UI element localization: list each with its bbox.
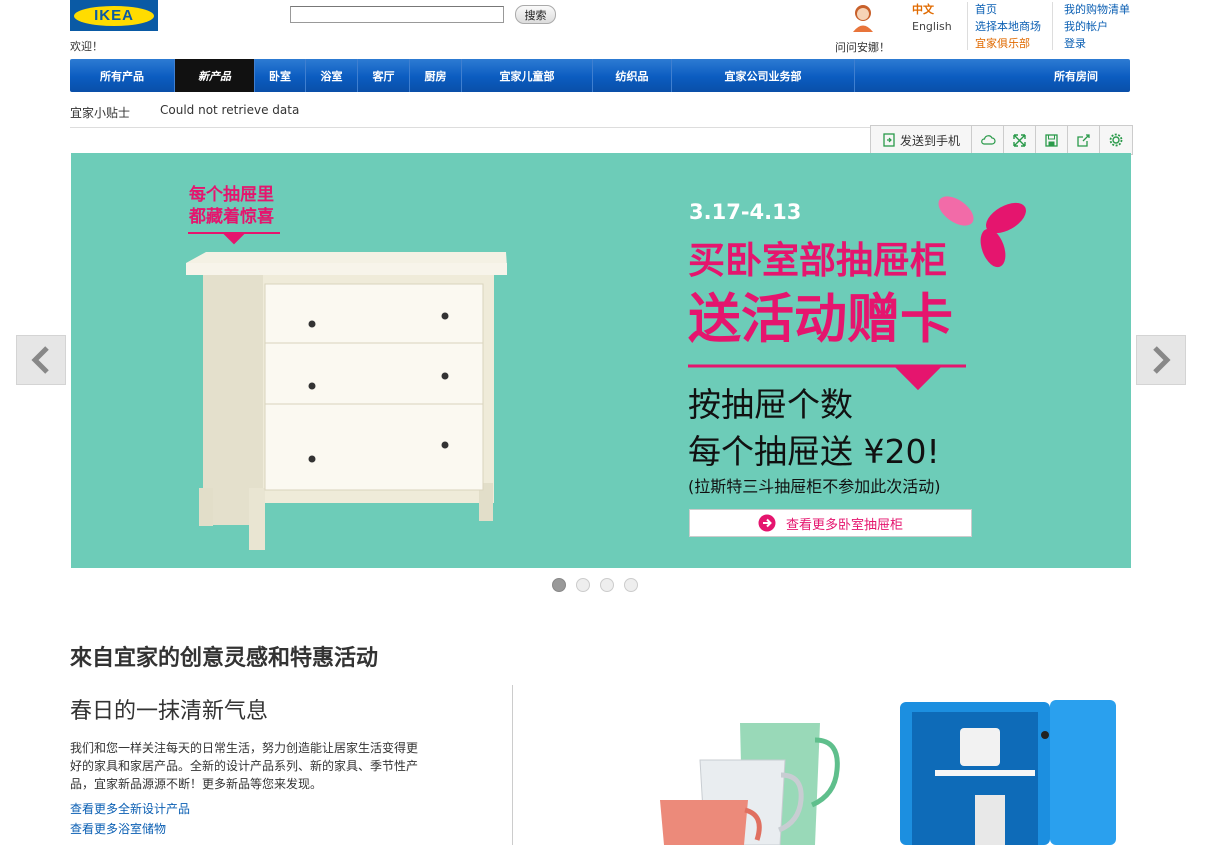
anna-avatar-icon[interactable] [850, 2, 876, 32]
carousel-dot-3[interactable] [600, 578, 614, 592]
phone-icon [883, 133, 895, 147]
header-divider [1052, 2, 1053, 50]
share-icon [1077, 133, 1090, 147]
header-links-2: 我的购物清单 我的帐户 登录 [1064, 1, 1130, 52]
cloud-icon [980, 135, 996, 145]
save-icon [1045, 133, 1058, 147]
nav-new-products[interactable]: 新产品 [175, 59, 255, 92]
arrow-circle-icon [758, 514, 776, 532]
language-switch: 中文 English [912, 1, 952, 35]
main-nav: 所有产品 新产品 卧室 浴室 客厅 厨房 宜家儿童部 纺织品 宜家公司业务部 所… [70, 59, 1130, 92]
promo-title: 春日的一抹清新气息 [70, 699, 269, 724]
cta-button[interactable]: 查看更多卧室抽屉柜 [689, 509, 972, 537]
header-divider [967, 2, 968, 50]
tips-rule [70, 127, 870, 128]
share-button[interactable] [1068, 126, 1100, 154]
nav-all-products[interactable]: 所有产品 [70, 59, 175, 92]
more-new-designs-link[interactable]: 查看更多全新设计产品 [70, 800, 190, 817]
banner-tag-line1: 每个抽屉里 [189, 184, 274, 205]
dresser-image [186, 252, 507, 550]
chevron-left-icon [31, 346, 49, 374]
cta-label: 查看更多卧室抽屉柜 [785, 517, 903, 533]
expand-button[interactable] [1004, 126, 1036, 154]
nav-living-room[interactable]: 客厅 [358, 59, 410, 92]
nav-children[interactable]: 宜家儿童部 [462, 59, 593, 92]
search-input[interactable] [290, 6, 504, 23]
share-toolbar: 发送到手机 [870, 125, 1133, 155]
bathroom-cabinet-image[interactable] [900, 700, 1118, 845]
login-link[interactable]: 登录 [1064, 37, 1086, 50]
tips-message: Could not retrieve data [160, 103, 300, 117]
logo-text: IKEA [94, 7, 134, 24]
lang-chinese[interactable]: 中文 [912, 1, 952, 18]
promo-dates: 3.17-4.13 [689, 200, 801, 224]
carousel-dot-1[interactable] [552, 578, 566, 592]
search-button[interactable]: 搜索 [515, 5, 556, 24]
promo-offer-2: 每个抽屉送 ¥20! [688, 432, 940, 471]
nav-business[interactable]: 宜家公司业务部 [672, 59, 855, 92]
carousel-next-button[interactable] [1136, 335, 1186, 385]
section-title: 來自宜家的创意灵感和特惠活动 [70, 646, 379, 671]
ikea-logo[interactable]: IKEA [70, 0, 158, 31]
more-bathroom-storage-link[interactable]: 查看更多浴室储物 [70, 820, 166, 837]
banner-tag-line2: 都藏着惊喜 [188, 206, 274, 227]
promo-headline-2: 送活动赠卡 [688, 289, 953, 350]
banner-art: 每个抽屉里 都藏着惊喜 3.17-4.13 买卧室部抽屉柜 送活动赠卡 按抽屉个… [186, 184, 1026, 550]
nav-kitchen[interactable]: 厨房 [410, 59, 462, 92]
select-store-link[interactable]: 选择本地商场 [975, 20, 1041, 33]
promo-headline-1: 买卧室部抽屉柜 [688, 239, 947, 282]
gear-icon [1109, 133, 1123, 147]
pitchers-image[interactable] [645, 715, 855, 845]
send-to-phone-label: 发送到手机 [899, 133, 960, 148]
home-link[interactable]: 首页 [975, 3, 997, 16]
nav-all-rooms[interactable]: 所有房间 [855, 59, 1130, 92]
tips-label: 宜家小贴士 [70, 106, 131, 120]
promo-offer-1: 按抽屉个数 [688, 385, 853, 424]
welcome-text: 欢迎！ [70, 40, 103, 53]
cloud-button[interactable] [972, 126, 1004, 154]
nav-textiles[interactable]: 纺织品 [593, 59, 672, 92]
carousel-dots [552, 578, 638, 592]
promo-text: 我们和您一样关注每天的日常生活，努力创造能让居家生活变得更好的家具和家居产品。全… [70, 741, 419, 791]
carousel-prev-button[interactable] [16, 335, 66, 385]
header-links-1: 首页 选择本地商场 宜家俱乐部 [975, 1, 1041, 52]
ask-anna-link[interactable]: 问问安娜！ [835, 39, 890, 55]
tag-pointer [188, 232, 280, 245]
nav-bedroom[interactable]: 卧室 [255, 59, 306, 92]
chevron-right-icon [1153, 346, 1171, 374]
lang-english[interactable]: English [912, 18, 952, 35]
petal-decoration [938, 196, 1026, 268]
ikea-family-link[interactable]: 宜家俱乐部 [975, 37, 1030, 50]
carousel-dot-4[interactable] [624, 578, 638, 592]
section-divider [512, 685, 513, 845]
promo-note: (拉斯特三斗抽屉柜不参加此次活动) [688, 477, 941, 496]
shopping-list-link[interactable]: 我的购物清单 [1064, 3, 1130, 16]
nav-bathroom[interactable]: 浴室 [306, 59, 358, 92]
expand-icon [1013, 133, 1026, 147]
save-button[interactable] [1036, 126, 1068, 154]
settings-button[interactable] [1100, 126, 1132, 154]
send-to-phone-button[interactable]: 发送到手机 [871, 126, 972, 154]
my-account-link[interactable]: 我的帐户 [1064, 20, 1108, 33]
promo-banner[interactable]: 每个抽屉里 都藏着惊喜 3.17-4.13 买卧室部抽屉柜 送活动赠卡 按抽屉个… [71, 153, 1131, 568]
carousel-dot-2[interactable] [576, 578, 590, 592]
logo-oval: IKEA [74, 5, 154, 26]
